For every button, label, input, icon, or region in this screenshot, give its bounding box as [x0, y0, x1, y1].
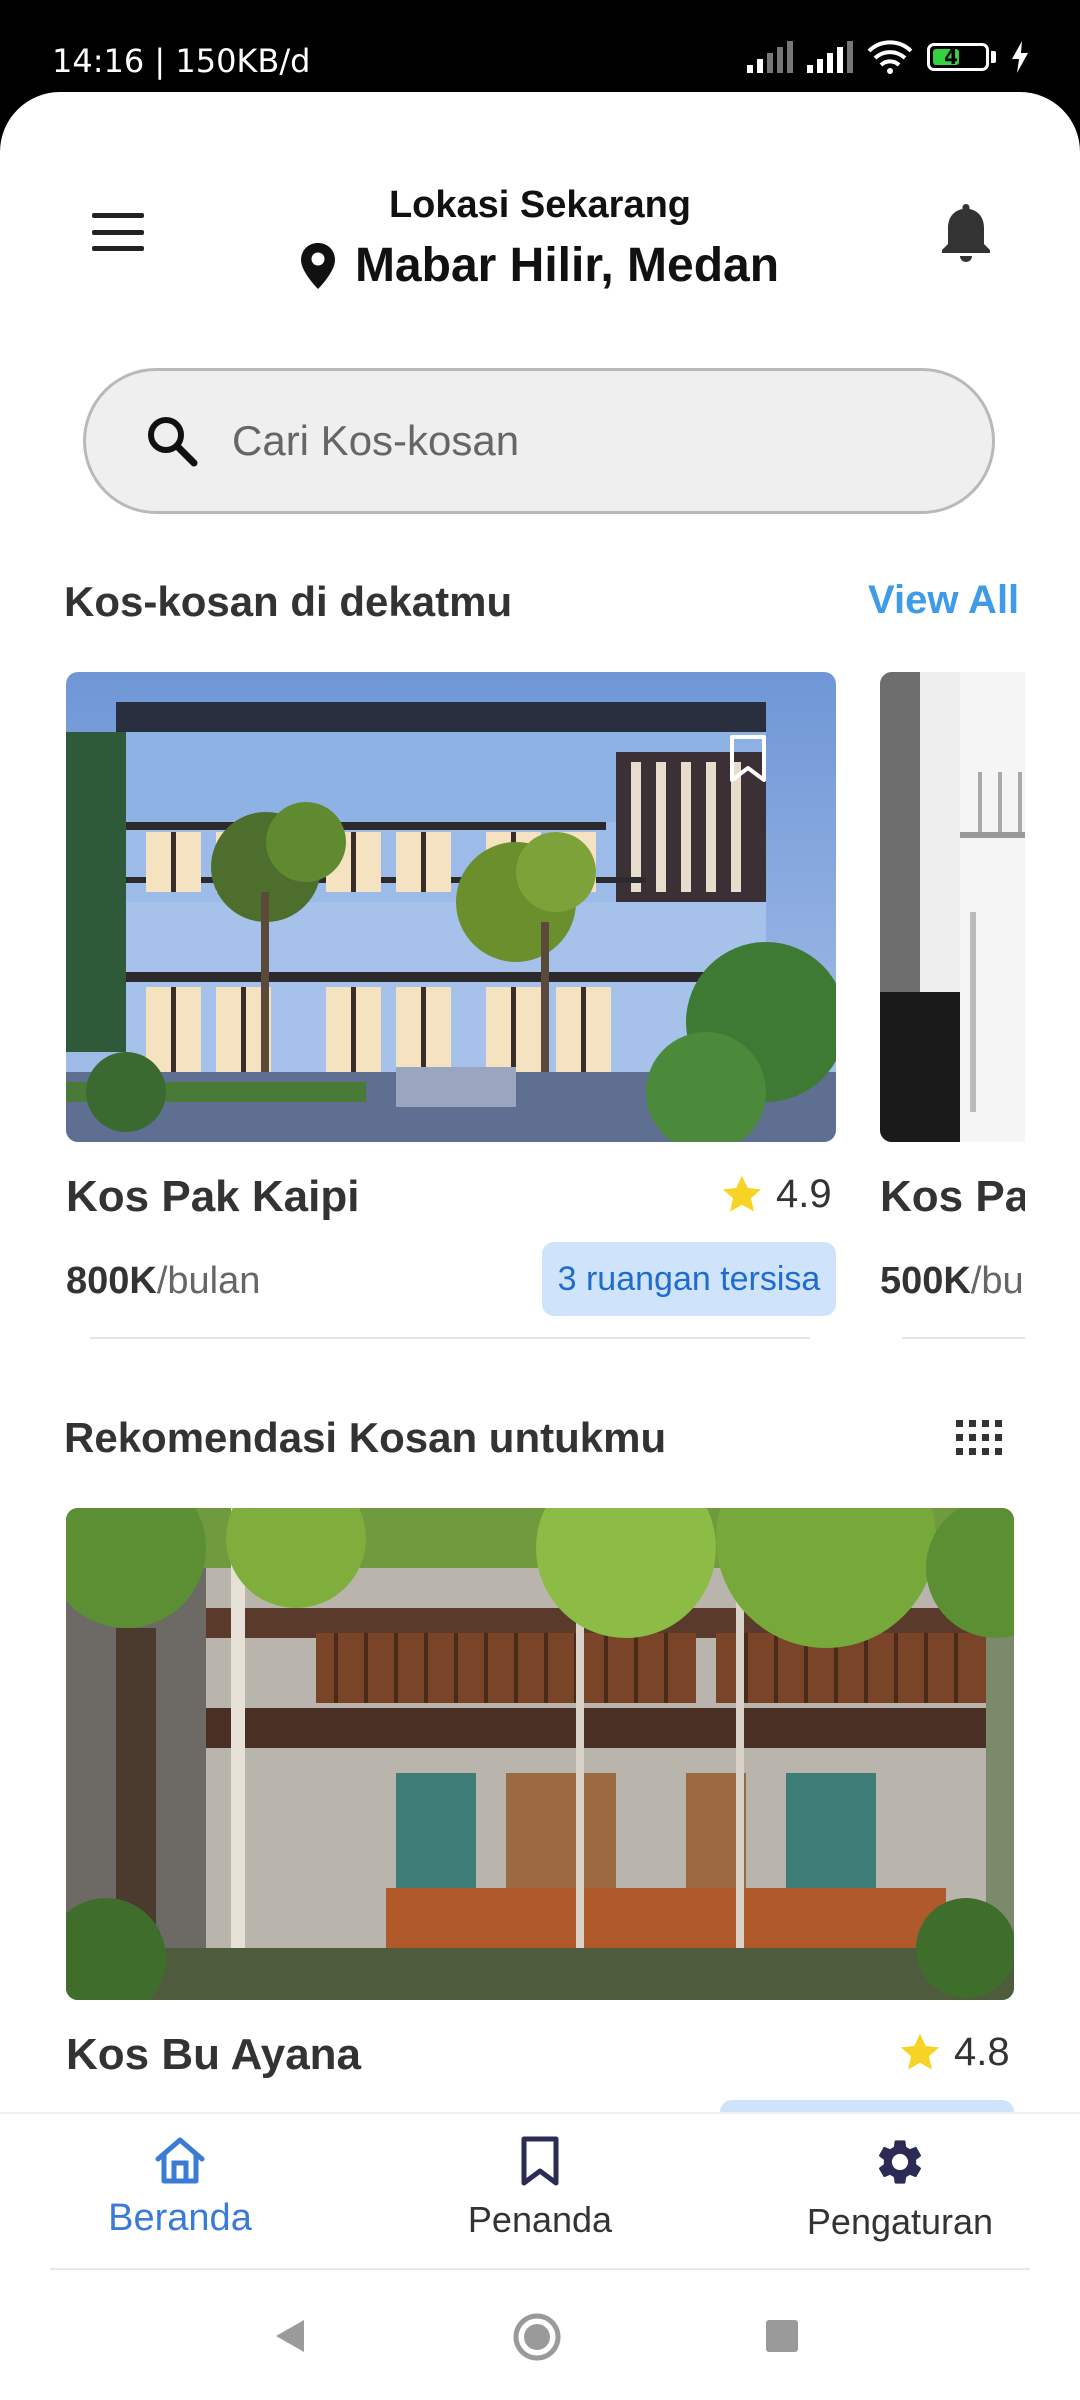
status-icons: 45 — [747, 40, 1030, 74]
price-value: 500K — [880, 1260, 971, 1302]
price-value: 800K — [66, 1260, 157, 1302]
kos-pak-kaipi-price: 800K/bulan — [66, 1260, 260, 1303]
search-input[interactable] — [230, 416, 934, 466]
kos-bu-ayana-title[interactable]: Kos Bu Ayana — [66, 2030, 361, 2080]
system-nav-divider — [50, 2268, 1030, 2270]
nav-penanda[interactable]: Penanda — [390, 2135, 690, 2241]
search-bar[interactable] — [83, 368, 995, 514]
battery-icon: 45 — [927, 43, 989, 71]
kos-bu-ayana-image[interactable] — [66, 1508, 1014, 2000]
kos-pak-kaipi-image[interactable] — [66, 672, 836, 1142]
battery-tip — [991, 51, 996, 63]
view-all-link[interactable]: View All — [868, 578, 1019, 623]
kos-pak-title[interactable]: Kos Pak — [880, 1172, 1025, 1222]
nav-label: Beranda — [108, 2197, 252, 2239]
signal-icon — [747, 41, 793, 73]
rating-value: 4.8 — [954, 2030, 1010, 2074]
home-icon — [155, 2137, 205, 2184]
current-location[interactable]: Mabar Hilir, Medan — [0, 238, 1080, 293]
recommend-section-title: Rekomendasi Kosan untukmu — [64, 1414, 667, 1461]
gear-icon — [878, 2140, 922, 2184]
signal-icon — [807, 41, 853, 73]
nav-pengaturan[interactable]: Pengaturan — [750, 2135, 1050, 2243]
battery-level: 45 — [944, 45, 972, 69]
price-unit: /bu — [970, 1260, 1024, 1302]
location-caption: Lokasi Sekarang — [388, 184, 692, 226]
kos-pak-price: 500K/bu — [880, 1260, 1024, 1303]
star-icon — [900, 2033, 940, 2069]
price-unit: /bulan — [156, 1260, 261, 1302]
home-button-icon[interactable] — [512, 2312, 562, 2362]
bookmark-icon[interactable] — [728, 734, 768, 784]
kos-pak-card[interactable]: Kos Pak 500K/bu — [880, 672, 1025, 1432]
kos-pak-kaipi-rating: 4.9 — [720, 1172, 832, 1217]
kos-pak-kaipi-title[interactable]: Kos Pak Kaipi — [66, 1172, 359, 1222]
nav-beranda[interactable]: Beranda — [30, 2135, 330, 2240]
card-divider — [90, 1337, 810, 1339]
house-photo — [880, 672, 1025, 1142]
nav-label: Pengaturan — [806, 2201, 994, 2242]
bookmark-icon — [521, 2136, 559, 2186]
house-photo — [66, 672, 836, 1142]
bell-icon[interactable] — [938, 200, 994, 264]
location-value: Mabar Hilir, Medan — [354, 239, 780, 292]
location-pin-icon — [300, 242, 335, 289]
grid-icon[interactable] — [956, 1420, 1002, 1456]
back-icon[interactable] — [270, 2316, 310, 2356]
nav-label: Penanda — [467, 2199, 613, 2240]
star-icon — [722, 1175, 762, 1211]
rating-value: 4.9 — [776, 1172, 832, 1216]
search-icon — [148, 417, 198, 467]
charging-icon — [1012, 41, 1028, 73]
card-divider — [902, 1337, 1025, 1339]
nearby-section-title: Kos-kosan di dekatmu — [64, 578, 513, 625]
wifi-icon — [867, 40, 913, 74]
house-photo — [66, 1508, 1014, 2000]
kos-pak-image[interactable] — [880, 672, 1025, 1142]
availability-badge: 3 ruangan tersisa — [542, 1242, 836, 1316]
recents-icon[interactable] — [764, 2318, 800, 2354]
status-time: 14:16 | 150KB/d — [52, 42, 311, 80]
kos-bu-ayana-rating: 4.8 — [898, 2030, 1010, 2075]
